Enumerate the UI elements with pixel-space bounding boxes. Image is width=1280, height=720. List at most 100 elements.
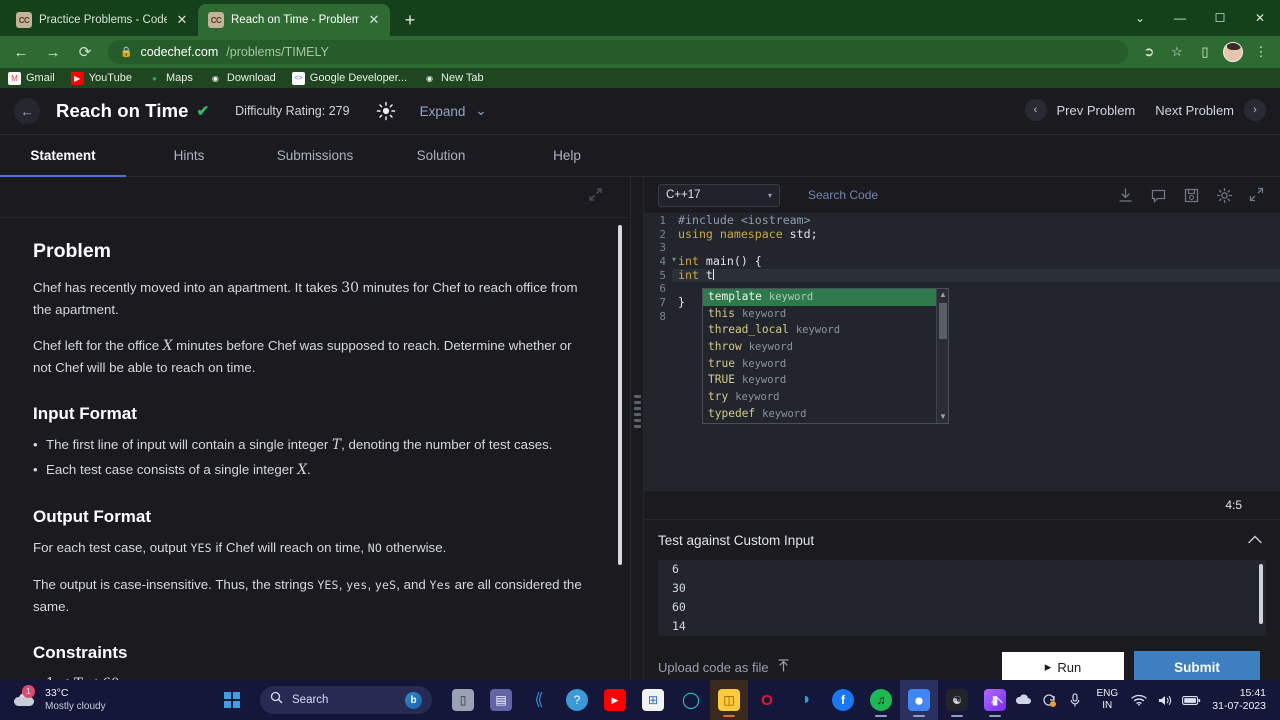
download-icon[interactable] xyxy=(1117,187,1134,204)
start-button[interactable] xyxy=(214,680,250,720)
microphone-icon[interactable] xyxy=(1062,680,1088,720)
bookmark-download[interactable]: ◉ Download xyxy=(209,72,276,85)
taskbar-app-task-view[interactable]: ▯ xyxy=(444,680,482,720)
autocomplete-item[interactable]: template keyword xyxy=(703,289,936,306)
new-tab-button[interactable]: + xyxy=(396,6,424,34)
taskbar-app-facebook[interactable]: f xyxy=(824,680,862,720)
back-button[interactable]: ← xyxy=(14,98,40,124)
comment-icon[interactable] xyxy=(1150,187,1167,204)
address-bar[interactable]: 🔒 codechef.com/problems/TIMELY xyxy=(108,40,1128,64)
close-icon[interactable]: ✕ xyxy=(174,12,190,28)
weather-widget[interactable]: 1 33°C Mostly cloudy xyxy=(0,685,200,713)
tab-hints[interactable]: Hints xyxy=(126,135,252,176)
custom-input-scrollbar[interactable] xyxy=(1259,564,1263,624)
scroll-up-icon[interactable]: ▲ xyxy=(937,289,949,301)
bookmark-gmail[interactable]: M Gmail xyxy=(8,71,55,85)
custom-input-textarea[interactable]: 6 30 60 14 xyxy=(658,560,1266,636)
chevron-up-icon[interactable] xyxy=(1248,533,1266,547)
tab-solution[interactable]: Solution xyxy=(378,135,504,176)
autocomplete-scrollbar[interactable]: ▲ ▼ xyxy=(936,289,948,423)
tab-statement[interactable]: Statement xyxy=(0,135,126,177)
autocomplete-item[interactable]: TRUE keyword xyxy=(703,372,936,389)
profile-avatar[interactable] xyxy=(1220,39,1246,65)
taskbar-app-vscode[interactable]: ⟪ xyxy=(520,680,558,720)
taskbar-app-edge[interactable]: ◑ xyxy=(786,680,824,720)
autocomplete-item[interactable]: typedef keyword xyxy=(703,406,936,423)
bing-chat-icon[interactable]: b xyxy=(405,691,422,709)
custom-input-header[interactable]: Test against Custom Input xyxy=(658,520,1266,560)
autocomplete-item[interactable]: try keyword xyxy=(703,389,936,406)
bookmark-maps[interactable]: ● Maps xyxy=(148,72,193,85)
expand-dropdown[interactable]: Expand ⌄ xyxy=(420,103,487,119)
language-select[interactable]: C++17 ▾ xyxy=(658,183,780,207)
autocomplete-popup[interactable]: template keyword this keyword thread_local… xyxy=(702,288,949,424)
taskbar-clock[interactable]: 15:41 31-07-2023 xyxy=(1204,687,1272,713)
autocomplete-item[interactable]: thread_local keyword xyxy=(703,322,936,339)
search-input[interactable]: Search b xyxy=(260,686,432,714)
close-window-icon[interactable]: ✕ xyxy=(1240,3,1280,33)
code-editor[interactable]: 1 2 3 4 5 6 7 8 ▾ #include <iostream> us… xyxy=(644,214,1280,490)
scroll-down-icon[interactable]: ▼ xyxy=(937,411,949,423)
code-fold-icon[interactable]: ▾ xyxy=(672,255,676,264)
back-icon[interactable]: ← xyxy=(6,38,36,66)
minimize-icon[interactable]: — xyxy=(1160,3,1200,33)
taskbar-app-chrome[interactable] xyxy=(900,680,938,720)
chevron-left-icon[interactable]: ‹ xyxy=(1024,99,1047,121)
next-problem-button[interactable]: Next Problem xyxy=(1145,103,1244,118)
autocomplete-item[interactable]: throw keyword xyxy=(703,339,936,356)
taskbar-app-store[interactable]: ⊞ xyxy=(634,680,672,720)
bookmark-google-developer[interactable]: <> Google Developer... xyxy=(291,71,407,85)
taskbar-app-help[interactable]: ? xyxy=(558,680,596,720)
star-icon[interactable]: ☆ xyxy=(1164,39,1190,65)
update-icon[interactable] xyxy=(1036,680,1062,720)
more-menu-icon[interactable]: ⋮ xyxy=(1248,39,1274,65)
resizer-handle[interactable] xyxy=(634,395,642,431)
upload-code-button[interactable]: Upload code as file xyxy=(658,659,789,675)
suggestion-name: TRUE xyxy=(708,373,735,387)
wifi-icon[interactable] xyxy=(1126,680,1152,720)
chrome-menu-caret-icon[interactable]: ⌄ xyxy=(1120,3,1160,33)
browser-tab-2[interactable]: CC Reach on Time - Problems - Cod ✕ xyxy=(198,4,390,36)
chevron-right-icon[interactable]: › xyxy=(1244,99,1266,121)
gear-icon[interactable] xyxy=(1216,187,1233,204)
volume-icon[interactable] xyxy=(1152,680,1178,720)
language-indicator[interactable]: ENG IN xyxy=(1088,688,1126,712)
side-panel-icon[interactable]: ▯ xyxy=(1192,39,1218,65)
run-button[interactable]: ▸ Run xyxy=(1002,652,1124,682)
taskbar-app-cortana[interactable]: ◯ xyxy=(672,680,710,720)
statement-scrollbar[interactable] xyxy=(618,225,622,565)
taskbar-app-teams[interactable]: ▤ xyxy=(482,680,520,720)
panel-resizer[interactable] xyxy=(630,177,644,680)
fullscreen-icon[interactable] xyxy=(1249,187,1266,204)
bookmark-new-tab[interactable]: ◉ New Tab xyxy=(423,72,484,85)
taskbar-app-discord[interactable]: ☯ xyxy=(938,680,976,720)
system-tray: ENG IN 15:41 31-07-2023 xyxy=(984,680,1272,720)
submit-button[interactable]: Submit xyxy=(1134,651,1260,683)
show-hidden-icons-icon[interactable] xyxy=(984,680,1010,720)
sun-icon[interactable] xyxy=(376,101,396,121)
tab-submissions[interactable]: Submissions xyxy=(252,135,378,176)
search-code-link[interactable]: Search Code xyxy=(808,188,878,202)
battery-icon[interactable] xyxy=(1178,680,1204,720)
autocomplete-item[interactable]: true keyword xyxy=(703,356,936,373)
browser-tab-1[interactable]: CC Practice Problems - CodeChef ✕ xyxy=(6,4,198,36)
taskbar-app-opera[interactable]: O xyxy=(748,680,786,720)
taskbar-app-file-explorer[interactable]: ◫ xyxy=(710,680,748,720)
close-icon[interactable]: ✕ xyxy=(366,12,382,28)
expand-icon[interactable] xyxy=(589,188,602,204)
share-icon[interactable]: ➲ xyxy=(1136,39,1162,65)
onedrive-cloud-icon[interactable] xyxy=(1010,680,1036,720)
forward-icon[interactable]: → xyxy=(38,38,68,66)
tab-help[interactable]: Help xyxy=(504,135,630,176)
scrollbar-thumb[interactable] xyxy=(939,303,947,339)
prev-problem-button[interactable]: Prev Problem xyxy=(1047,103,1146,118)
para1-number: 30 xyxy=(341,280,360,296)
save-icon[interactable] xyxy=(1183,187,1200,204)
autocomplete-item[interactable]: this keyword xyxy=(703,306,936,323)
taskbar-app-spotify[interactable]: ♫ xyxy=(862,680,900,720)
bullet2-var: X xyxy=(297,462,307,478)
bookmark-youtube[interactable]: ▶ YouTube xyxy=(70,71,132,85)
reload-icon[interactable]: ⟳ xyxy=(70,38,100,66)
taskbar-app-youtube[interactable]: ▶ xyxy=(596,680,634,720)
maximize-icon[interactable]: ☐ xyxy=(1200,3,1240,33)
